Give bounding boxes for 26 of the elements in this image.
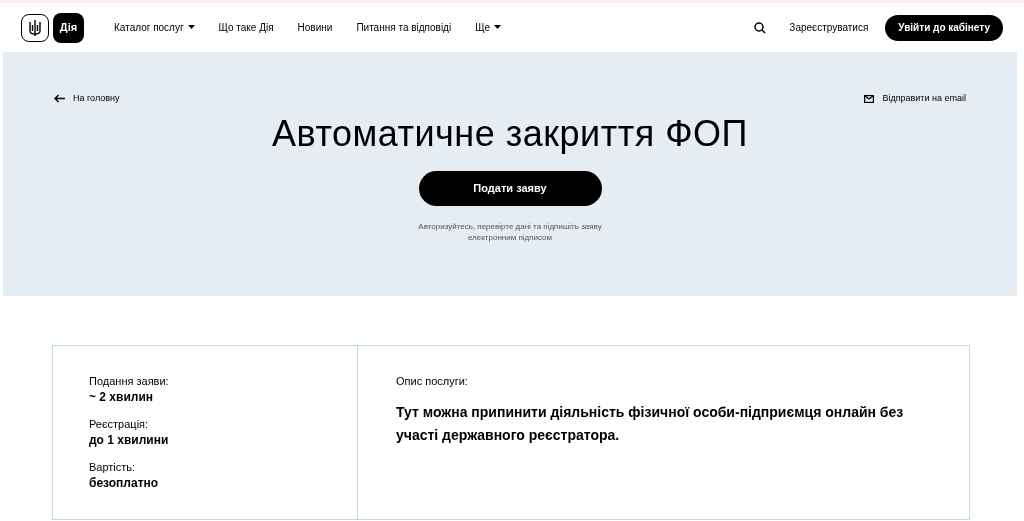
nav-link[interactable]: Ще: [475, 20, 502, 35]
back-link[interactable]: На головну: [54, 92, 120, 106]
trident-icon: [28, 18, 42, 37]
apply-button[interactable]: Подати заяву: [418, 170, 602, 206]
page-title: Автоматичне закриття ФОП: [272, 111, 748, 156]
register-link[interactable]: Зареєструватися: [789, 20, 869, 35]
diia-logo[interactable]: Дія: [53, 12, 84, 43]
nav-link[interactable]: Каталог послуг: [114, 20, 195, 35]
nav-link[interactable]: Що таке Дія: [218, 20, 274, 35]
nav-link[interactable]: Питання та відповіді: [356, 20, 452, 35]
email-link[interactable]: Відправити на email: [864, 92, 966, 106]
apply-note: Авторизуйтесь, перевірте дані та підпишіть заяву електронним підписом: [417, 220, 603, 243]
nav-link[interactable]: Новини: [297, 20, 333, 35]
fact-label: Вартість:: [89, 460, 137, 475]
description-text: Тут можна припинити діяльність фізичної особи-підприємця онлайн без участі державного реєстратора.: [396, 403, 905, 445]
fact-value: безоплатно: [89, 475, 160, 491]
fact-label: Реєстрація:: [89, 417, 150, 432]
login-button[interactable]: Увійти до кабінету: [885, 14, 1003, 41]
fact-value: до 1 хвилини: [89, 432, 170, 448]
search-icon[interactable]: [754, 21, 767, 34]
arrow-left-icon: [54, 94, 65, 104]
fact-value: ~ 2 хвилин: [89, 389, 155, 405]
envelope-icon: [864, 94, 875, 103]
fact-label: Подання заяви:: [89, 374, 170, 389]
description-label: Опис послуги:: [396, 374, 469, 389]
emblem-logo[interactable]: [21, 13, 49, 42]
